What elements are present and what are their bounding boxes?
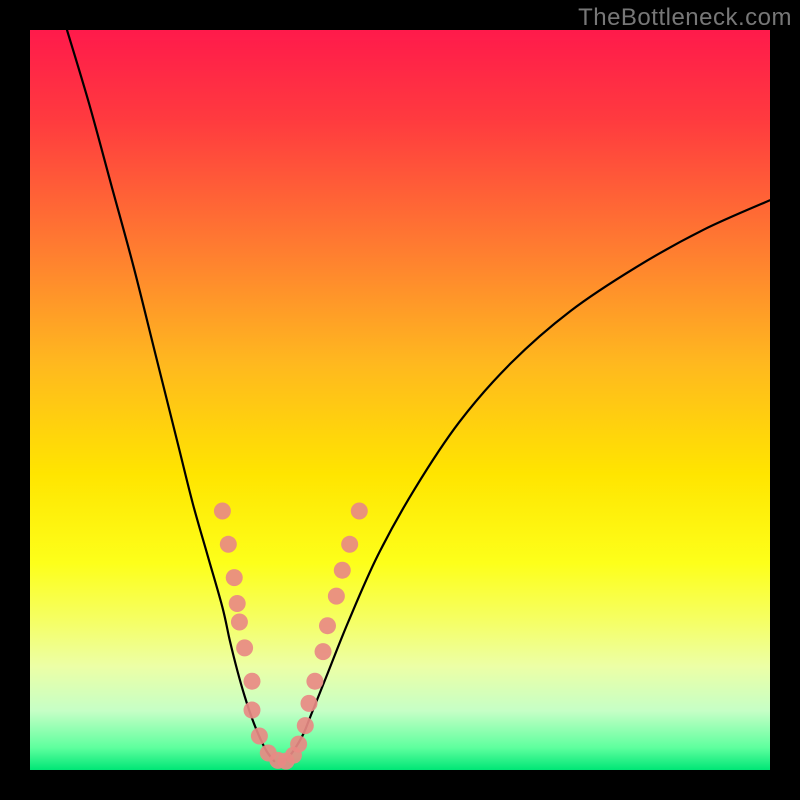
scatter-point xyxy=(334,562,351,579)
scatter-point xyxy=(300,695,317,712)
scatter-point xyxy=(229,595,246,612)
scatter-point xyxy=(231,614,248,631)
watermark-text: TheBottleneck.com xyxy=(578,4,792,32)
scatter-point xyxy=(244,673,261,690)
scatter-point xyxy=(214,503,231,520)
scatter-point xyxy=(236,639,253,656)
scatter-point xyxy=(306,673,323,690)
scatter-point xyxy=(297,717,314,734)
scatter-point xyxy=(319,617,336,634)
scatter-point xyxy=(341,536,358,553)
scatter-point xyxy=(220,536,237,553)
scatter-point xyxy=(251,727,268,744)
scatter-point xyxy=(328,588,345,605)
scatter-point xyxy=(351,503,368,520)
plot-area xyxy=(30,30,770,770)
scatter-point xyxy=(290,736,307,753)
scatter-point xyxy=(226,569,243,586)
scatter-point xyxy=(315,643,332,660)
gradient-background xyxy=(30,30,770,770)
chart-svg xyxy=(30,30,770,770)
chart-frame: TheBottleneck.com xyxy=(0,0,800,800)
scatter-point xyxy=(244,702,261,719)
